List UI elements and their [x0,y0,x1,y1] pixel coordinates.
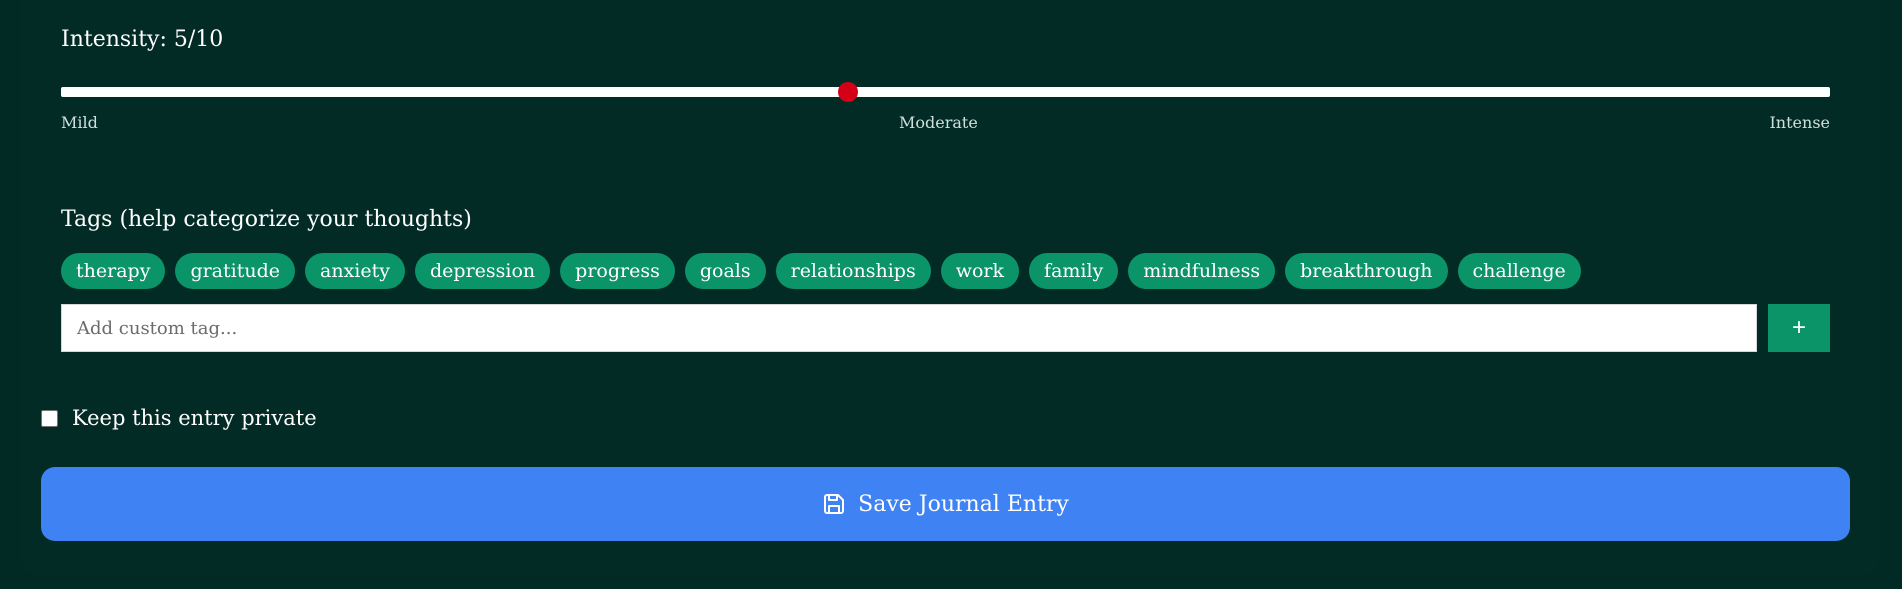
save-journal-entry-button[interactable]: Save Journal Entry [41,467,1850,541]
tag-list: therapy gratitude anxiety depression pro… [61,253,1581,289]
intensity-slider[interactable] [61,82,1830,102]
scale-label-moderate: Moderate [899,113,978,132]
intensity-label: Intensity: 5/10 [61,27,224,52]
add-tag-button[interactable]: + [1768,304,1830,352]
private-entry-option[interactable]: Keep this entry private [41,406,317,430]
intensity-slider-thumb[interactable] [838,82,859,102]
tag-chip[interactable]: relationships [775,253,931,289]
scale-label-mild: Mild [61,113,98,132]
tag-chip[interactable]: mindfulness [1128,253,1276,289]
tag-chip[interactable]: family [1029,253,1119,289]
tag-chip[interactable]: goals [684,253,766,289]
tag-chip[interactable]: anxiety [305,253,405,289]
private-checkbox-label: Keep this entry private [72,406,317,430]
scale-label-intense: Intense [1769,113,1830,132]
tag-chip[interactable]: depression [415,253,551,289]
save-icon [824,494,845,514]
tag-chip[interactable]: gratitude [175,253,296,289]
plus-icon: + [1791,314,1806,341]
private-checkbox[interactable] [41,409,58,427]
save-button-label: Save Journal Entry [858,491,1069,517]
tags-heading: Tags (help categorize your thoughts) [61,207,472,232]
tag-chip[interactable]: work [940,253,1020,289]
tag-chip[interactable]: progress [560,253,675,289]
custom-tag-input[interactable] [61,304,1757,352]
tag-chip[interactable]: therapy [61,253,166,289]
tag-chip[interactable]: challenge [1457,253,1581,289]
tag-chip[interactable]: breakthrough [1285,253,1448,289]
